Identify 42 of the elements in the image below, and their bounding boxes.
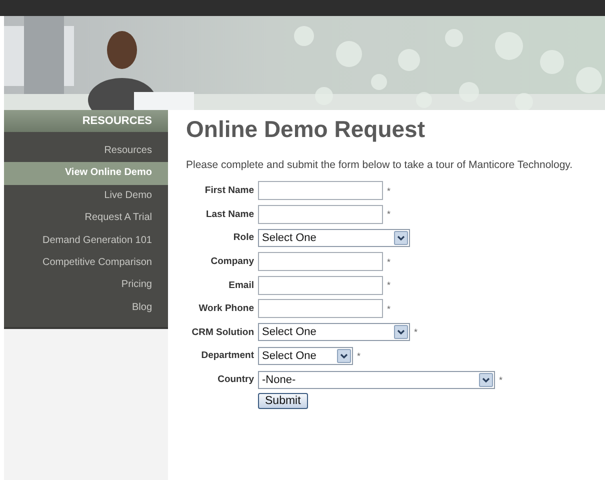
sidebar-item[interactable]: View Online Demo bbox=[4, 162, 168, 185]
input-field[interactable] bbox=[258, 299, 383, 318]
chevron-icon bbox=[337, 348, 351, 363]
sidebar-item[interactable]: Demand Generation 101 bbox=[4, 230, 168, 252]
required-mark: * bbox=[387, 304, 391, 314]
required-mark: * bbox=[387, 280, 391, 290]
dropdown[interactable]: -None- bbox=[258, 370, 495, 389]
chevron-icon bbox=[394, 230, 408, 245]
input-field[interactable] bbox=[258, 204, 383, 224]
sidebar-item[interactable]: Live Demo bbox=[4, 184, 168, 208]
field-label: CRM Solution bbox=[190, 326, 255, 338]
dropdown[interactable]: Select One bbox=[258, 228, 410, 247]
dropdown[interactable]: Select One bbox=[258, 346, 353, 365]
required-mark: * bbox=[357, 350, 361, 361]
field-label: Country bbox=[216, 374, 255, 386]
field-label: First Name bbox=[204, 185, 255, 196]
intro-text: Please complete and submit the form below to take a tour of Manticore Technology. bbox=[186, 159, 574, 171]
required-mark: * bbox=[387, 256, 391, 267]
page-title: Online Demo Request bbox=[186, 116, 426, 143]
sidebar-item[interactable]: Resources bbox=[4, 140, 168, 162]
field-label: Department bbox=[200, 350, 255, 362]
required-mark: * bbox=[387, 186, 391, 196]
field-label: Company bbox=[210, 256, 255, 268]
sidebar-item[interactable]: Blog bbox=[4, 296, 168, 320]
sidebar-item[interactable]: Competitive Comparison bbox=[4, 252, 168, 274]
required-mark: * bbox=[499, 374, 503, 385]
field-label: Last Name bbox=[204, 208, 255, 220]
dropdown[interactable]: Select One bbox=[258, 323, 410, 342]
sidebar-item[interactable]: Request A Trial bbox=[4, 207, 168, 230]
input-field[interactable] bbox=[258, 181, 383, 200]
field-label: Email bbox=[228, 280, 255, 291]
chevron-icon bbox=[394, 325, 408, 340]
field-label: Work Phone bbox=[198, 303, 255, 314]
sidebar-item[interactable]: Pricing bbox=[4, 274, 168, 297]
chevron-icon bbox=[479, 372, 493, 387]
field-label: Role bbox=[232, 232, 255, 244]
input-field[interactable] bbox=[258, 252, 383, 272]
sidebar-heading: RESOURCES bbox=[4, 110, 168, 132]
required-mark: * bbox=[387, 209, 391, 220]
required-mark: * bbox=[414, 327, 418, 338]
submit-button[interactable]: Submit bbox=[258, 393, 308, 410]
input-field[interactable] bbox=[258, 276, 383, 295]
